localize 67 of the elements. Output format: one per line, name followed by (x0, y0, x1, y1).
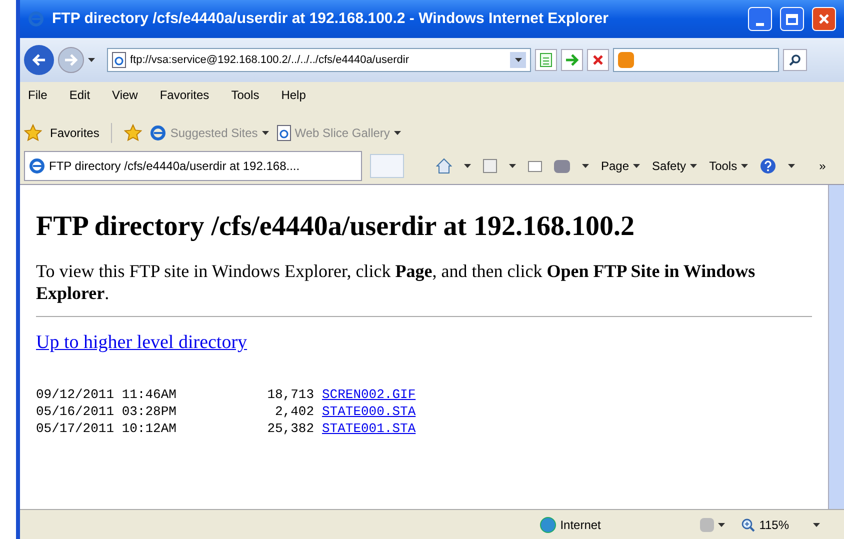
document-icon (540, 53, 552, 67)
zoom-icon[interactable] (741, 518, 756, 532)
command-menu[interactable]: Page (601, 157, 630, 175)
stop-button[interactable] (587, 49, 609, 71)
vertical-scrollbar[interactable] (828, 185, 844, 509)
dropdown-caret-icon[interactable] (741, 164, 748, 168)
dropdown-caret-icon[interactable] (88, 58, 95, 62)
arrow-icon (565, 54, 579, 66)
back-button[interactable] (24, 45, 54, 75)
close-button[interactable] (812, 7, 836, 31)
dropdown-caret-icon[interactable] (633, 164, 640, 168)
menu-item[interactable]: Edit (69, 86, 90, 104)
command-menu[interactable]: Tools (709, 157, 738, 175)
intro-paragraph: To view this FTP site in Windows Explorer, click Page, and then click Open FTP Site in Windows Explorer. (36, 260, 756, 304)
file-date: 09/12/2011 11:46AM (36, 386, 178, 402)
window-title: FTP directory /cfs/e4440a/userdir at 192.168.100.2 - Windows Internet Explorer (52, 8, 610, 29)
page-icon (276, 125, 291, 141)
address-field[interactable]: ftp://vsa:service@192.168.100.2/../../../cfs/e4440a/userdir (107, 48, 531, 72)
file-date: 05/17/2011 10:12AM (36, 420, 178, 436)
page-heading: FTP directory /cfs/e4440a/userdir at 192.168.100.2 (36, 210, 636, 244)
menu-item[interactable]: Favorites (160, 86, 210, 104)
browser-tab[interactable]: FTP directory /cfs/e4440a/userdir at 192.168.... (24, 151, 362, 181)
zoom-level[interactable]: 115% (759, 516, 789, 534)
dropdown-caret-icon[interactable] (582, 164, 589, 168)
search-provider-icon (618, 52, 634, 68)
close-icon (818, 13, 830, 25)
dropdown-caret-icon[interactable] (262, 131, 269, 135)
more-commands[interactable]: » (819, 157, 826, 175)
file-link[interactable]: STATE001.STA (322, 420, 416, 436)
compatibility-button[interactable] (535, 49, 557, 71)
close-icon (592, 54, 604, 66)
file-date: 05/16/2011 03:28PM (36, 402, 178, 420)
menu-item[interactable]: Help (281, 86, 306, 104)
minimize-button[interactable] (748, 7, 772, 31)
arrow-icon (64, 54, 78, 66)
dropdown-caret-icon[interactable] (718, 522, 726, 526)
home-icon[interactable] (436, 158, 452, 174)
menu-item[interactable]: File (28, 86, 48, 104)
dropdown-caret-icon[interactable] (394, 131, 401, 135)
dropdown-caret-icon[interactable] (514, 58, 522, 62)
dropdown-caret-icon[interactable] (509, 164, 516, 168)
command-menu[interactable]: Safety (652, 157, 686, 175)
menu-item[interactable]: Tools (231, 86, 260, 104)
globe-icon (540, 516, 556, 532)
dropdown-caret-icon[interactable] (788, 164, 796, 168)
favorites-button[interactable]: Favorites (50, 124, 100, 142)
dropdown-caret-icon[interactable] (690, 164, 698, 168)
search-field[interactable] (613, 48, 779, 72)
file-link[interactable]: STATE000.STA (322, 402, 416, 420)
search-button[interactable] (783, 49, 807, 71)
arrow-icon (32, 54, 46, 66)
parent-directory-link[interactable]: Up to higher level directory (36, 332, 248, 353)
menu-item[interactable]: View (112, 86, 138, 104)
file-link[interactable]: SCREN002.GIF (322, 386, 416, 402)
page-icon (112, 52, 126, 68)
search-icon (789, 54, 801, 66)
maximize-button[interactable] (780, 7, 804, 31)
favorites-star-icon (24, 124, 42, 142)
security-zone: Internet (560, 516, 601, 534)
dropdown-caret-icon[interactable] (464, 164, 471, 168)
file-size: 2,402 (274, 402, 314, 420)
dropdown-caret-icon[interactable] (813, 522, 820, 526)
help-icon[interactable] (760, 158, 776, 174)
go-button[interactable] (561, 49, 583, 71)
file-size: 25,382 (266, 420, 314, 436)
file-size: 18,713 (266, 386, 314, 402)
add-favorite-icon (124, 124, 142, 142)
